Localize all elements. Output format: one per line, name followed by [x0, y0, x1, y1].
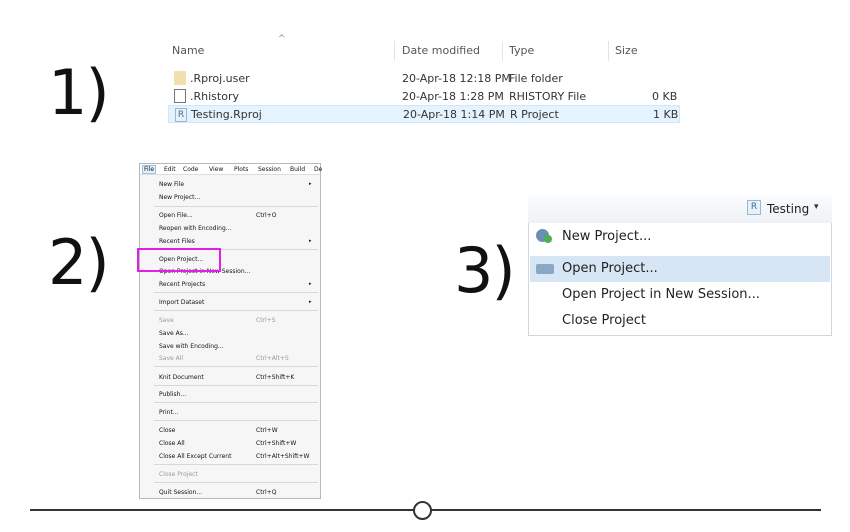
- shortcut-close-all: Ctrl+Shift+W: [256, 440, 297, 447]
- file-name: .Rproj.user: [190, 72, 250, 85]
- menu-divider: [154, 206, 318, 207]
- column-header-name[interactable]: Name: [172, 44, 204, 57]
- menu-item-close-all[interactable]: Close All: [159, 440, 185, 447]
- submenu-arrow-icon: ▸: [309, 299, 312, 305]
- menu-item-print[interactable]: Print...: [159, 409, 179, 416]
- menu-item-open-file[interactable]: Open File...: [159, 212, 193, 219]
- file-size: 1 KB: [653, 108, 679, 121]
- menu-divider: [154, 402, 318, 403]
- menu-debug[interactable]: De: [314, 166, 322, 173]
- chevron-down-icon[interactable]: ▾: [814, 202, 819, 212]
- project-item-label: New Project...: [562, 229, 652, 244]
- project-toolbar: R Testing ▾: [528, 194, 832, 224]
- document-icon: [174, 89, 186, 103]
- file-name: Testing.Rproj: [191, 108, 262, 121]
- step-3-label: 3): [454, 234, 516, 307]
- menu-item-close[interactable]: Close: [159, 427, 175, 434]
- menu-item-new-project[interactable]: New Project...: [159, 194, 200, 201]
- column-divider[interactable]: [394, 41, 395, 61]
- menu-item-save[interactable]: Save: [159, 317, 174, 324]
- column-header-size[interactable]: Size: [615, 44, 638, 57]
- file-date: 20-Apr-18 1:14 PM: [403, 108, 505, 121]
- column-header-date[interactable]: Date modified: [402, 44, 480, 57]
- submenu-arrow-icon: ▸: [309, 181, 312, 187]
- shortcut-close-all-except: Ctrl+Alt+Shift+W: [256, 453, 310, 460]
- shortcut-open-file: Ctrl+O: [256, 212, 277, 219]
- menu-item-quit-session[interactable]: Quit Session...: [159, 489, 202, 496]
- file-size: 0 KB: [652, 90, 678, 103]
- new-project-icon: [536, 229, 552, 243]
- project-menu: R Testing ▾ New Project... Open Project.…: [528, 194, 832, 336]
- menu-divider: [154, 366, 318, 367]
- menu-item-import-dataset[interactable]: Import Dataset: [159, 299, 204, 306]
- menu-item-save-as[interactable]: Save As...: [159, 330, 189, 337]
- menu-item-save-with-encoding[interactable]: Save with Encoding...: [159, 343, 224, 350]
- file-name: .Rhistory: [190, 90, 239, 103]
- menu-build[interactable]: Build: [290, 166, 305, 173]
- menu-divider: [154, 385, 318, 386]
- step-1-label: 1): [48, 56, 110, 129]
- file-row-rhistory[interactable]: .Rhistory 20-Apr-18 1:28 PM RHISTORY Fil…: [168, 87, 680, 105]
- rproject-icon: R: [175, 108, 187, 122]
- menu-divider: [154, 310, 318, 311]
- file-type: File folder: [509, 72, 563, 85]
- menu-item-recent-files[interactable]: Recent Files: [159, 238, 195, 245]
- menu-plots[interactable]: Plots: [234, 166, 248, 173]
- column-divider[interactable]: [608, 41, 609, 61]
- menu-session[interactable]: Session: [258, 166, 281, 173]
- column-divider[interactable]: [502, 41, 503, 61]
- menu-edit[interactable]: Edit: [164, 166, 176, 173]
- file-row-rproj-user[interactable]: .Rproj.user 20-Apr-18 12:18 PM File fold…: [168, 69, 680, 87]
- open-project-highlight-box: [137, 248, 221, 272]
- menu-divider: [154, 292, 318, 293]
- project-item-label: Close Project: [562, 313, 647, 328]
- menu-divider: [154, 482, 318, 483]
- menu-item-publish[interactable]: Publish...: [159, 391, 186, 398]
- menu-item-save-all[interactable]: Save All: [159, 355, 183, 362]
- menu-divider: [154, 464, 318, 465]
- file-explorer-list: ^ Name Date modified Type Size .Rproj.us…: [168, 34, 680, 128]
- step-2-label: 2): [48, 226, 110, 299]
- shortcut-save-all: Ctrl+Alt+S: [256, 355, 289, 362]
- submenu-arrow-icon: ▸: [309, 238, 312, 244]
- menu-bar: File Edit Code View Plots Session Build …: [140, 164, 322, 175]
- menu-file[interactable]: File: [142, 165, 157, 174]
- project-dropdown-list: New Project... Open Project... Open Proj…: [528, 223, 832, 336]
- project-item-open-project-new-session[interactable]: Open Project in New Session...: [530, 282, 830, 308]
- shortcut-quit: Ctrl+Q: [256, 489, 277, 496]
- file-date: 20-Apr-18 12:18 PM: [402, 72, 511, 85]
- menu-item-recent-projects[interactable]: Recent Projects: [159, 281, 205, 288]
- column-header-type[interactable]: Type: [509, 44, 534, 57]
- menu-item-knit-document[interactable]: Knit Document: [159, 374, 204, 381]
- slider-handle[interactable]: [413, 501, 432, 520]
- open-project-icon: [536, 264, 554, 274]
- menu-item-new-file[interactable]: New File: [159, 181, 184, 188]
- sort-ascending-icon[interactable]: ^: [278, 34, 286, 44]
- project-name-button[interactable]: Testing: [767, 202, 809, 216]
- submenu-arrow-icon: ▸: [309, 281, 312, 287]
- menu-view[interactable]: View: [209, 166, 223, 173]
- project-item-label: Open Project...: [562, 261, 658, 276]
- file-row-testing-rproj[interactable]: R Testing.Rproj 20-Apr-18 1:14 PM R Proj…: [168, 105, 680, 123]
- file-type: R Project: [510, 108, 559, 121]
- shortcut-save: Ctrl+S: [256, 317, 276, 324]
- menu-code[interactable]: Code: [183, 166, 198, 173]
- project-item-open-project[interactable]: Open Project...: [530, 256, 830, 282]
- menu-item-close-all-except-current[interactable]: Close All Except Current: [159, 453, 231, 460]
- rproject-icon: R: [747, 200, 761, 215]
- file-type: RHISTORY File: [509, 90, 587, 103]
- project-item-label: Open Project in New Session...: [562, 287, 760, 302]
- file-date: 20-Apr-18 1:28 PM: [402, 90, 504, 103]
- shortcut-knit: Ctrl+Shift+K: [256, 374, 295, 381]
- menu-item-close-project[interactable]: Close Project: [159, 471, 198, 478]
- folder-icon: [174, 71, 186, 85]
- menu-item-reopen-encoding[interactable]: Reopen with Encoding...: [159, 225, 231, 232]
- project-item-close-project[interactable]: Close Project: [530, 308, 830, 334]
- shortcut-close: Ctrl+W: [256, 427, 278, 434]
- project-item-new-project[interactable]: New Project...: [530, 224, 830, 250]
- file-menu-dropdown: File Edit Code View Plots Session Build …: [139, 163, 322, 499]
- menu-divider: [154, 420, 318, 421]
